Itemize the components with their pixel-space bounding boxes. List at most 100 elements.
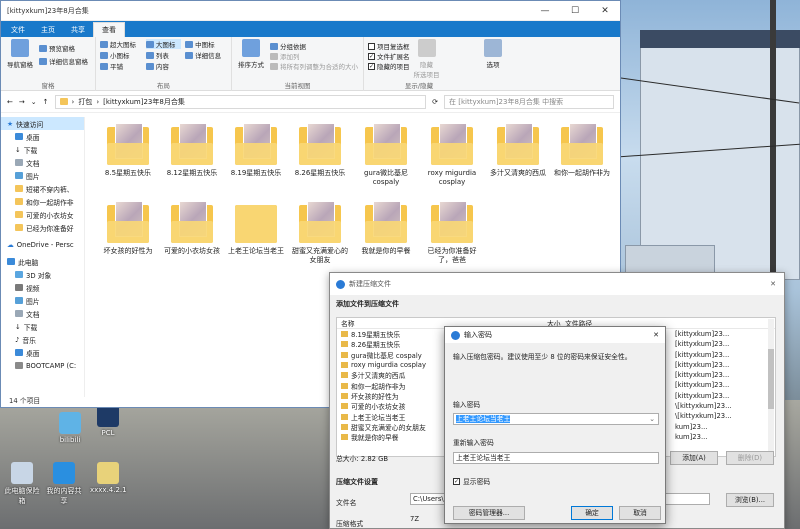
nav-item-onedrive[interactable]: ☁ OneDrive - Persc <box>1 238 84 251</box>
back-arrow-icon[interactable]: ← <box>7 98 13 106</box>
close-icon[interactable]: ✕ <box>647 331 665 339</box>
fit-columns-button[interactable]: 将所有列调整为合适的大小 <box>270 61 358 71</box>
folder-label: 8.19星期五快乐 <box>230 169 282 177</box>
refresh-icon[interactable]: ⟳ <box>432 98 438 106</box>
nav-item[interactable]: ♪ 音乐 <box>1 333 84 346</box>
layout-medium-icons[interactable]: 中图标 <box>185 39 227 49</box>
navigation-pane: ★ 快速访问 桌面 ↓ 下载 文档 图片 短裙不穿内裤、 和你一起胡作非 可爱的小衣… <box>1 117 85 397</box>
desktop-icon-file[interactable]: xxxx.4.2.1 <box>90 462 127 494</box>
chevron-down-icon[interactable]: ⌄ <box>31 98 37 106</box>
nav-item[interactable]: 3D 对象 <box>1 268 84 281</box>
desktop-icon-label: bilibili <box>59 436 81 444</box>
tab-file[interactable]: 文件 <box>3 23 33 37</box>
nav-item[interactable]: ↓ 下载 <box>1 143 84 156</box>
ok-button[interactable]: 确定 <box>571 506 613 520</box>
nav-item[interactable]: 已经为你准备好 <box>1 221 84 234</box>
layout-xl-icons[interactable]: 超大图标 <box>100 39 142 49</box>
desktop-icon-bilibili[interactable]: bilibili <box>52 412 88 444</box>
folder-icon <box>495 121 541 167</box>
nav-item[interactable]: 文档 <box>1 156 84 169</box>
layout-list[interactable]: 列表 <box>145 50 181 60</box>
layout-large-icons[interactable]: 大图标 <box>145 39 182 49</box>
nav-item-this-pc[interactable]: 此电脑 <box>1 255 84 268</box>
folder-icon <box>297 199 343 245</box>
nav-item[interactable]: 桌面 <box>1 130 84 143</box>
folder-item[interactable]: 和你一起胡作非为 <box>551 121 613 178</box>
details-pane-button[interactable]: 详细信息窗格 <box>39 56 88 66</box>
group-by-button[interactable]: 分组依据 <box>270 41 358 51</box>
folder-item[interactable]: 坏女孩的好性为 <box>97 199 159 256</box>
chevron-down-icon[interactable]: ⌄ <box>649 414 655 425</box>
tab-view[interactable]: 查看 <box>93 22 125 37</box>
layout-small-icons[interactable]: 小图标 <box>100 50 142 60</box>
add-column-label: 添加列 <box>280 53 300 61</box>
minimize-icon[interactable]: — <box>530 1 560 21</box>
folder-item[interactable]: gura微比基尼cospaly <box>355 121 417 187</box>
format-select[interactable]: 7Z <box>410 515 419 523</box>
nav-item-label: 下载 <box>23 146 38 155</box>
breadcrumb-item[interactable]: 打包 <box>78 97 92 107</box>
folder-item[interactable]: 我就是你的早餐 <box>355 199 417 256</box>
hidden-items-toggle[interactable]: ✓ 隐藏的项目 <box>368 61 410 71</box>
show-password-checkbox[interactable]: ✓ 显示密码 <box>453 476 490 486</box>
delete-button[interactable]: 删除(D) <box>726 451 774 465</box>
maximize-icon[interactable]: ☐ <box>560 1 590 21</box>
tab-share[interactable]: 共享 <box>63 23 93 37</box>
password-input[interactable]: 上老王论坛当老王 ⌄ <box>453 413 659 425</box>
nav-item[interactable]: ↓ 下载 <box>1 320 84 333</box>
extensions-toggle[interactable]: ✓ 文件扩展名 <box>368 51 410 61</box>
layout-details[interactable]: 详细信息 <box>185 50 227 60</box>
layout-content[interactable]: 内容 <box>145 61 181 71</box>
nav-item[interactable]: 文档 <box>1 307 84 320</box>
scrollbar-thumb[interactable] <box>768 349 774 409</box>
folder-item[interactable]: 可爱的小衣坊女孩 <box>161 199 223 256</box>
nav-item-quick-access[interactable]: ★ 快速访问 <box>1 117 84 130</box>
folder-item[interactable]: 甜蜜又充满爱心的女朋友 <box>289 199 351 265</box>
add-button[interactable]: 添加(A) <box>670 451 718 465</box>
folder-item[interactable]: roxy migurdia cosplay <box>421 121 483 187</box>
close-icon[interactable]: ✕ <box>590 1 620 21</box>
folder-item[interactable]: 上老王论坛当老王 <box>225 199 287 256</box>
desktop-icon-share[interactable]: 我的内容共享 <box>46 462 82 506</box>
cancel-button[interactable]: 取消 <box>619 506 661 520</box>
folder-item[interactable]: 多汁又清爽的西瓜 <box>487 121 549 178</box>
hidden-items-label: 隐藏的项目 <box>377 63 410 71</box>
folder-item[interactable]: 8.12星期五快乐 <box>161 121 223 178</box>
nav-item[interactable]: 图片 <box>1 169 84 182</box>
folder-item[interactable]: 8.19星期五快乐 <box>225 121 287 178</box>
folder-item[interactable]: 8.26星期五快乐 <box>289 121 351 178</box>
ribbon-group-layout: 超大图标 大图标 中图标 小图标 列表 详细信息 平铺 内容 布局 <box>96 37 232 91</box>
folder-item[interactable]: 8.5星期五快乐 <box>97 121 159 178</box>
nav-item[interactable]: 视频 <box>1 281 84 294</box>
reenter-password-input[interactable]: 上老王论坛当老王 <box>453 452 659 464</box>
nav-item[interactable]: 图片 <box>1 294 84 307</box>
options-button[interactable]: 选项 <box>478 39 508 69</box>
forward-arrow-icon[interactable]: → <box>19 98 25 106</box>
add-column-button[interactable]: 添加列 <box>270 51 358 61</box>
item-checkbox-toggle[interactable]: 项目复选框 <box>368 41 410 51</box>
password-manager-button[interactable]: 密码管理器... <box>453 506 525 520</box>
folder-icon <box>233 199 279 245</box>
address-bar[interactable]: › 打包 › [kittyxkum]23年8月合集 <box>54 94 427 109</box>
close-icon[interactable]: ✕ <box>762 280 784 288</box>
browse-button[interactable]: 浏览(B)... <box>726 493 774 507</box>
video-icon <box>15 284 23 291</box>
breadcrumb-item[interactable]: [kittyxkum]23年8月合集 <box>103 97 185 107</box>
search-input[interactable]: 在 [kittyxkum]23年8月合集 中搜索 <box>444 94 614 109</box>
nav-item[interactable]: BOOTCAMP (C: <box>1 359 84 372</box>
nav-item[interactable]: 短裙不穿内裤、 <box>1 182 84 195</box>
desktop-icon-pcl[interactable]: PCL <box>90 405 126 437</box>
file-path: kum]23... <box>675 432 708 441</box>
nav-item[interactable]: 桌面 <box>1 346 84 359</box>
sort-label: 排序方式 <box>238 61 264 69</box>
preview-pane-button[interactable]: 预览窗格 <box>39 43 88 53</box>
up-arrow-icon[interactable]: ↑ <box>43 98 49 106</box>
nav-item[interactable]: 可爱的小衣坊女 <box>1 208 84 221</box>
folder-item[interactable]: 已经为你准备好了，爸爸 <box>421 199 483 265</box>
desktop-icon-safe[interactable]: 此电脑保险箱 <box>4 462 40 506</box>
layout-tiles[interactable]: 平铺 <box>100 61 142 71</box>
tab-home[interactable]: 主页 <box>33 23 63 37</box>
password-input-value: 上老王论坛当老王 <box>456 415 511 423</box>
nav-item[interactable]: 和你一起胡作非 <box>1 195 84 208</box>
scrollbar[interactable] <box>768 319 774 455</box>
